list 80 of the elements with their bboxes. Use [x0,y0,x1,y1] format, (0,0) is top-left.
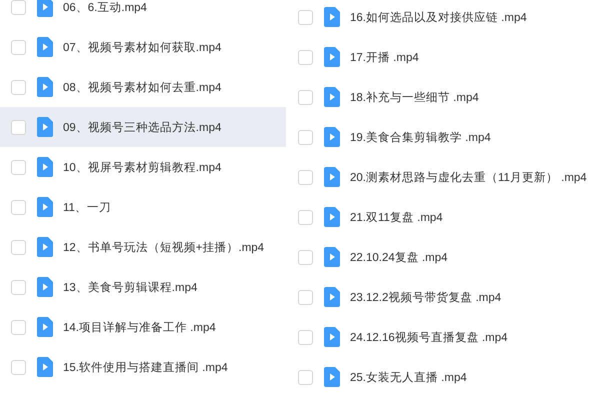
checkbox[interactable] [298,130,313,144]
file-row[interactable]: 16.如何选品以及对接供应链 .mp4 [287,0,600,37]
file-row[interactable]: 08、视频号素材如何去重.mp4 [0,67,286,107]
checkbox[interactable] [11,0,26,14]
file-row[interactable]: 23.12.2视频号带货复盘 .mp4 [287,277,600,317]
video-file-icon [37,237,53,257]
video-file-icon [37,117,53,137]
file-row[interactable]: 13、美食号剪辑课程.mp4 [0,267,286,307]
checkbox[interactable] [298,370,313,384]
checkbox[interactable] [11,280,26,294]
file-row[interactable]: 22.10.24复盘 .mp4 [287,237,600,277]
video-file-icon [324,127,340,147]
file-name: 13、美食号剪辑课程.mp4 [63,280,198,294]
checkbox[interactable] [298,250,313,264]
video-file-icon [37,197,53,217]
file-name: 22.10.24复盘 .mp4 [350,250,448,264]
file-row[interactable]: 24.12.16视频号直播复盘 .mp4 [287,317,600,357]
checkbox[interactable] [298,170,313,184]
file-name: 06、6.互动.mp4 [63,0,147,14]
file-row[interactable]: 14.项目详解与准备工作 .mp4 [0,307,286,347]
checkbox[interactable] [11,40,26,54]
file-row[interactable]: 20.测素材思路与虚化去重（11月更新） .mp4 [287,157,600,197]
file-name: 20.测素材思路与虚化去重（11月更新） .mp4 [350,170,587,184]
checkbox[interactable] [11,160,26,174]
checkbox[interactable] [298,50,313,64]
file-name: 08、视频号素材如何去重.mp4 [63,80,222,94]
file-name: 15.软件使用与搭建直播间 .mp4 [63,360,228,374]
checkbox[interactable] [11,320,26,334]
video-file-icon [324,287,340,307]
file-row[interactable]: 21.双11复盘 .mp4 [287,197,600,237]
video-file-icon [37,317,53,337]
file-row[interactable]: 19.美食合集剪辑教学 .mp4 [287,117,600,157]
video-file-icon [324,327,340,347]
file-name: 16.如何选品以及对接供应链 .mp4 [350,10,527,24]
file-name: 18.补充与一些细节 .mp4 [350,90,479,104]
file-row[interactable]: 17.开播 .mp4 [287,37,600,77]
file-row[interactable]: 25.女装无人直播 .mp4 [287,357,600,397]
file-row[interactable]: 11、一刀 [0,187,286,227]
file-row[interactable]: 10、视屏号素材剪辑教程.mp4 [0,147,286,187]
file-row[interactable]: 07、视频号素材如何获取.mp4 [0,27,286,67]
video-file-icon [324,367,340,387]
file-row[interactable]: 18.补充与一些细节 .mp4 [287,77,600,117]
checkbox[interactable] [298,210,313,224]
checkbox[interactable] [11,120,26,134]
video-file-icon [324,47,340,67]
file-name: 14.项目详解与准备工作 .mp4 [63,320,216,334]
checkbox[interactable] [298,10,313,24]
file-name: 17.开播 .mp4 [350,50,419,64]
video-file-icon [324,247,340,267]
video-file-icon [324,7,340,27]
checkbox[interactable] [298,90,313,104]
video-file-icon [324,207,340,227]
file-row[interactable]: 12、书单号玩法（短视频+挂播）.mp4 [0,227,286,267]
checkbox[interactable] [298,330,313,344]
file-row[interactable]: 09、视频号三种选品方法.mp4 [0,107,286,147]
file-name: 23.12.2视频号带货复盘 .mp4 [350,290,502,304]
video-file-icon [37,37,53,57]
video-file-icon [37,357,53,377]
checkbox[interactable] [11,80,26,94]
video-file-icon [37,277,53,297]
file-name: 09、视频号三种选品方法.mp4 [63,120,222,134]
file-name: 24.12.16视频号直播复盘 .mp4 [350,330,508,344]
checkbox[interactable] [298,290,313,304]
video-file-icon [324,167,340,187]
checkbox[interactable] [11,200,26,214]
file-name: 25.女装无人直播 .mp4 [350,370,467,384]
file-name: 21.双11复盘 .mp4 [350,210,443,224]
video-file-icon [324,87,340,107]
video-file-icon [37,77,53,97]
file-row[interactable]: 06、6.互动.mp4 [0,0,286,27]
file-name: 10、视屏号素材剪辑教程.mp4 [63,160,222,174]
checkbox[interactable] [11,360,26,374]
video-file-icon [37,157,53,177]
file-name: 19.美食合集剪辑教学 .mp4 [350,130,491,144]
file-row[interactable]: 15.软件使用与搭建直播间 .mp4 [0,347,286,387]
file-name: 11、一刀 [63,200,111,214]
checkbox[interactable] [11,240,26,254]
video-file-icon [37,0,53,17]
file-name: 07、视频号素材如何获取.mp4 [63,40,222,54]
file-name: 12、书单号玩法（短视频+挂播）.mp4 [63,240,264,254]
